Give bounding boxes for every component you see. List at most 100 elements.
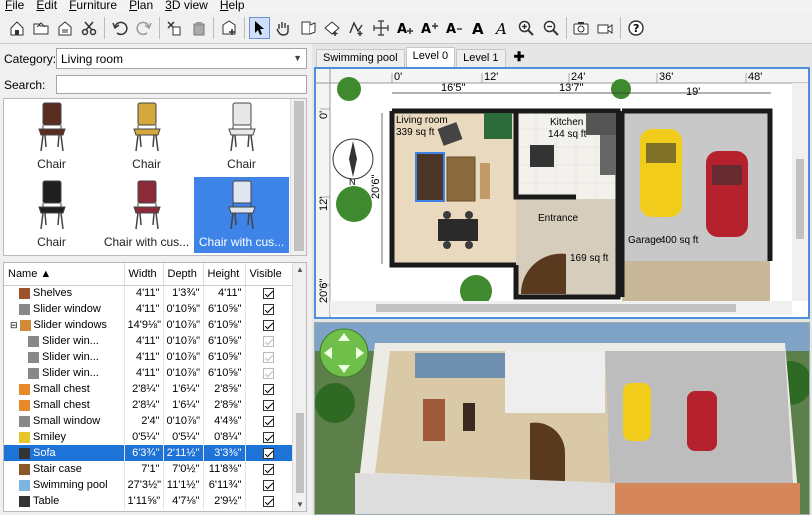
- cell-depth: 0'10⅞": [163, 317, 204, 333]
- category-select[interactable]: Living room ▼: [56, 48, 307, 69]
- table-row[interactable]: Stair case 7'1" 7'0½" 11'8⅜": [4, 461, 293, 477]
- add-furniture-icon[interactable]: [218, 17, 239, 39]
- menu-help[interactable]: Help: [215, 0, 252, 12]
- help-icon[interactable]: ?: [625, 17, 646, 39]
- table-row[interactable]: ⊟ Slider windows 14'9⅛" 0'10⅞" 6'10⅝": [4, 317, 293, 333]
- redo-icon[interactable]: [133, 17, 154, 39]
- visible-checkbox[interactable]: [263, 383, 274, 395]
- select-arrow-icon[interactable]: [248, 16, 270, 39]
- visible-checkbox[interactable]: [263, 431, 274, 443]
- collapse-icon[interactable]: ⊟: [10, 320, 18, 330]
- furniture-scroll-thumb[interactable]: [296, 413, 304, 493]
- ruler-top-label: 48': [748, 71, 762, 83]
- table-row[interactable]: Small chest 2'8¼" 1'6¼" 2'8⅝": [4, 397, 293, 413]
- visible-checkbox[interactable]: [263, 399, 274, 411]
- copy-icon[interactable]: [164, 17, 185, 39]
- furniture-scrollbar[interactable]: ▲ ▼: [292, 263, 306, 511]
- cell-height: 4'4⅜": [203, 413, 246, 429]
- pan-hand-icon[interactable]: [273, 17, 294, 39]
- photo-icon[interactable]: [571, 17, 592, 39]
- column-depth[interactable]: Depth: [163, 263, 204, 286]
- zoom-out-icon[interactable]: [540, 17, 561, 39]
- save-icon[interactable]: [55, 17, 76, 39]
- tab-level-1[interactable]: Level 1: [456, 49, 506, 67]
- scroll-up-icon[interactable]: ▲: [296, 265, 304, 274]
- catalog-scrollbar[interactable]: [290, 99, 306, 255]
- table-row[interactable]: Slider window 4'11" 0'10⅝" 6'10⅝": [4, 301, 293, 317]
- menu-plan[interactable]: Plan: [124, 0, 160, 12]
- furniture-name: Smiley: [33, 431, 67, 443]
- furniture-name: Stair case: [33, 463, 82, 475]
- add-text-icon[interactable]: A: [394, 17, 415, 39]
- menu-3d-view[interactable]: 3D view: [160, 0, 215, 12]
- table-row[interactable]: Smiley 0'5¼" 0'5¼" 0'8¼": [4, 429, 293, 445]
- text-style-icon[interactable]: A: [443, 17, 464, 39]
- search-input[interactable]: [56, 75, 307, 94]
- visible-checkbox[interactable]: [263, 415, 274, 427]
- visible-checkbox[interactable]: [263, 351, 274, 363]
- increase-text-icon[interactable]: A: [419, 17, 440, 39]
- visible-checkbox[interactable]: [263, 303, 274, 315]
- cell-depth: 1'6¼": [163, 381, 204, 397]
- catalog-item-chair[interactable]: Chair: [4, 177, 99, 253]
- room-area-living-room: 339 sq ft: [396, 127, 435, 138]
- menu-file[interactable]: File: [0, 0, 31, 12]
- visible-checkbox[interactable]: [263, 447, 274, 459]
- video-icon[interactable]: [595, 17, 616, 39]
- catalog-item-chair[interactable]: Chair: [99, 99, 194, 175]
- table-row[interactable]: Slider win... 4'11" 0'10⅞" 6'10⅝": [4, 365, 293, 381]
- visible-checkbox[interactable]: [263, 463, 274, 475]
- cell-name: Swimming pool: [4, 477, 125, 493]
- open-icon[interactable]: [30, 17, 51, 39]
- catalog-item-chair[interactable]: Chair with cus...: [99, 177, 194, 253]
- catalog-scroll-thumb[interactable]: [294, 101, 304, 251]
- column-width[interactable]: Width: [124, 263, 164, 286]
- tab-swimming-pool[interactable]: Swimming pool: [316, 49, 405, 67]
- catalog-item-chair[interactable]: Chair with cus...: [194, 177, 289, 253]
- visible-checkbox[interactable]: [263, 335, 274, 347]
- create-rooms-icon[interactable]: [322, 17, 343, 39]
- table-row[interactable]: Slider win... 4'11" 0'10⅞" 6'10⅝": [4, 349, 293, 365]
- zoom-in-icon[interactable]: [516, 17, 537, 39]
- create-walls-icon[interactable]: [297, 17, 318, 39]
- column-height[interactable]: Height: [203, 263, 246, 286]
- cut-icon[interactable]: [79, 17, 100, 39]
- scroll-down-icon[interactable]: ▼: [296, 500, 304, 509]
- column-name[interactable]: Name ▲: [4, 263, 125, 286]
- bold-text-icon[interactable]: A: [467, 17, 488, 39]
- visible-checkbox[interactable]: [263, 479, 274, 491]
- dining-table[interactable]: [438, 219, 478, 241]
- undo-icon[interactable]: [109, 17, 130, 39]
- italic-text-icon[interactable]: A: [492, 17, 513, 39]
- plan-h-scroll-thumb[interactable]: [376, 304, 736, 312]
- create-dimensions-icon[interactable]: [370, 17, 391, 39]
- plan-view[interactable]: 0' 12' 24' 36' 48' 0' 12' 20'6" N 16'5" …: [314, 67, 810, 319]
- shelves[interactable]: [480, 163, 490, 199]
- visible-checkbox[interactable]: [263, 287, 274, 299]
- plant: [484, 113, 512, 139]
- table-row[interactable]: Table 1'11⅝" 4'7⅛" 2'9½": [4, 493, 293, 509]
- new-home-icon[interactable]: [6, 17, 27, 39]
- visible-checkbox[interactable]: [263, 495, 274, 507]
- add-level-icon[interactable]: ✚: [507, 49, 532, 67]
- sofa[interactable]: [415, 152, 445, 202]
- tab-level-0[interactable]: Level 0: [405, 47, 456, 67]
- visible-checkbox[interactable]: [263, 367, 274, 379]
- 3d-view[interactable]: [314, 322, 810, 515]
- visible-checkbox[interactable]: [263, 319, 274, 331]
- table-row[interactable]: Swimming pool 27'3½" 11'1½" 6'11¾": [4, 477, 293, 493]
- create-polylines-icon[interactable]: [346, 17, 367, 39]
- plan-v-scroll-thumb[interactable]: [796, 159, 804, 239]
- table-row[interactable]: Shelves 4'11" 1'3¾" 4'11": [4, 285, 293, 301]
- menu-furniture[interactable]: Furniture: [64, 0, 124, 12]
- table-row[interactable]: Slider win... 4'11" 0'10⅞" 6'10⅝": [4, 333, 293, 349]
- kitchen-table[interactable]: [530, 145, 554, 167]
- table-row[interactable]: Sofa 6'3¾" 2'11½" 3'3⅜": [4, 445, 293, 461]
- column-visible[interactable]: Visible: [245, 263, 293, 286]
- table-row[interactable]: Small window 2'4" 0'10⅞" 4'4⅜": [4, 413, 293, 429]
- table-row[interactable]: Small chest 2'8¼" 1'6¼" 2'8⅝": [4, 381, 293, 397]
- catalog-item-chair[interactable]: Chair: [4, 99, 99, 175]
- catalog-item-chair[interactable]: Chair: [194, 99, 289, 175]
- menu-edit[interactable]: Edit: [31, 0, 64, 12]
- paste-icon[interactable]: [188, 17, 209, 39]
